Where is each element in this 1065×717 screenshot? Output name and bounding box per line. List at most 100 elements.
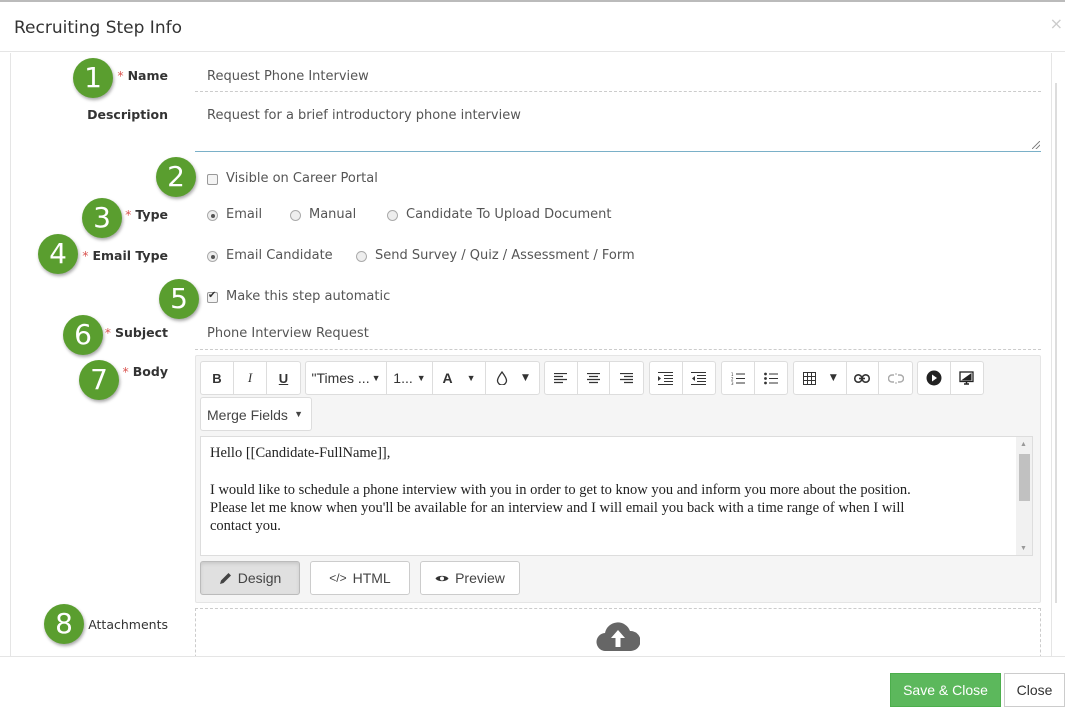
italic-button[interactable]: I — [234, 362, 267, 394]
automatic-label: Make this step automatic — [226, 289, 391, 304]
close-button[interactable]: Close — [1004, 673, 1065, 707]
preview-mode-label: Preview — [455, 570, 505, 586]
type-upload-label[interactable]: Candidate To Upload Document — [406, 207, 611, 222]
align-left-button[interactable] — [545, 362, 578, 394]
table-dropdown[interactable]: ▼ — [794, 362, 847, 394]
ordered-list-icon: 123 — [731, 372, 745, 385]
bold-button[interactable]: B — [201, 362, 234, 394]
font-family-dropdown[interactable]: "Times ... ▼ — [306, 362, 387, 394]
step-badge-6: 6 — [63, 315, 103, 355]
align-group — [544, 361, 644, 395]
cloud-upload-icon — [596, 622, 640, 651]
step-badge-2: 2 — [156, 157, 196, 197]
caret-down-icon: ▼ — [371, 373, 381, 383]
type-manual-radio[interactable] — [290, 210, 301, 221]
type-upload-radio[interactable] — [387, 210, 398, 221]
rich-text-editor: B I U "Times ... ▼ 1... ▼ A ▼ ▼ 123 ▼ Me… — [195, 355, 1041, 603]
subject-underline — [195, 349, 1041, 350]
type-email-label[interactable]: Email — [226, 207, 262, 222]
step-badge-4: 4 — [38, 234, 78, 274]
merge-fields-dropdown[interactable]: Merge Fields ▼ — [200, 397, 312, 431]
body-label: * Body — [123, 364, 168, 379]
visible-on-portal-label: Visible on Career Portal — [226, 171, 378, 186]
name-underline — [195, 91, 1041, 92]
type-label: * Type — [125, 207, 168, 222]
outdent-button[interactable] — [683, 362, 716, 394]
email-candidate-label[interactable]: Email Candidate — [226, 248, 333, 263]
editor-scrollbar[interactable]: ▲ ▼ — [1016, 437, 1032, 555]
outdent-icon — [691, 371, 707, 385]
body-content-editor[interactable]: Hello [[Candidate-FullName]], I would li… — [200, 436, 1033, 556]
scroll-down-icon[interactable]: ▼ — [1020, 544, 1027, 552]
name-input[interactable]: Request Phone Interview — [207, 69, 369, 84]
visible-on-portal-checkbox[interactable] — [207, 174, 218, 185]
send-survey-label[interactable]: Send Survey / Quiz / Assessment / Form — [375, 248, 635, 263]
align-center-button[interactable] — [578, 362, 611, 394]
step-badge-5: 5 — [159, 279, 199, 319]
dialog-title: Recruiting Step Info — [14, 18, 182, 38]
type-email-radio[interactable] — [207, 210, 218, 221]
font-family-value: "Times ... — [311, 370, 370, 386]
insert-image-button[interactable] — [951, 362, 984, 394]
close-icon[interactable]: × — [1050, 14, 1063, 33]
unlink-button[interactable] — [879, 362, 912, 394]
required-marker: * — [117, 68, 124, 83]
subject-label-text: Subject — [115, 325, 168, 340]
left-divider — [10, 53, 11, 656]
required-marker: * — [125, 207, 132, 222]
font-group: "Times ... ▼ 1... ▼ A ▼ ▼ — [305, 361, 540, 395]
background-color-dropdown[interactable]: ▼ — [486, 362, 539, 394]
description-text: Request for a brief introductory phone i… — [207, 108, 521, 123]
required-marker: * — [104, 325, 111, 340]
preview-mode-button[interactable]: Preview — [420, 561, 520, 595]
dialog-scrollbar[interactable] — [1051, 53, 1065, 656]
html-mode-button[interactable]: </> HTML — [310, 561, 410, 595]
subject-input[interactable]: Phone Interview Request — [207, 326, 369, 341]
body-greeting: Hello [[Candidate-FullName]], — [210, 445, 391, 461]
resize-handle-icon[interactable] — [1032, 141, 1040, 149]
insert-link-button[interactable] — [847, 362, 880, 394]
ordered-list-button[interactable]: 123 — [722, 362, 755, 394]
caret-down-icon: ▼ — [522, 373, 529, 383]
attachments-label: Attachments — [88, 617, 168, 632]
insert-group: ▼ — [793, 361, 913, 395]
step-badge-7: 7 — [79, 360, 119, 400]
font-size-dropdown[interactable]: 1... ▼ — [387, 362, 433, 394]
caret-down-icon: ▼ — [294, 409, 303, 419]
table-icon — [802, 371, 816, 385]
step-badge-8: 8 — [44, 604, 84, 644]
type-manual-label[interactable]: Manual — [309, 207, 356, 222]
attachments-dropzone[interactable] — [195, 608, 1041, 656]
description-textarea[interactable]: Request for a brief introductory phone i… — [195, 97, 1041, 152]
droplet-icon — [496, 371, 508, 385]
unordered-list-button[interactable] — [755, 362, 788, 394]
merge-fields-label: Merge Fields — [207, 407, 288, 423]
step-badge-1: 1 — [73, 58, 113, 98]
insert-video-button[interactable] — [918, 362, 951, 394]
automatic-checkbox[interactable] — [207, 290, 218, 303]
send-survey-radio[interactable] — [356, 251, 367, 262]
name-label: * Name — [117, 68, 168, 83]
email-candidate-radio[interactable] — [207, 251, 218, 262]
indent-group — [649, 361, 716, 395]
align-right-icon — [620, 372, 634, 383]
design-mode-button[interactable]: Design — [200, 561, 300, 595]
description-label: Description — [87, 107, 168, 122]
design-mode-label: Design — [237, 570, 282, 586]
caret-down-icon: ▼ — [829, 373, 837, 383]
scrollbar-thumb[interactable] — [1055, 83, 1057, 603]
email-type-label: * Email Type — [82, 248, 168, 263]
html-mode-label: HTML — [352, 570, 391, 586]
body-line-1: I would like to schedule a phone intervi… — [210, 482, 911, 498]
font-color-icon: A — [442, 370, 453, 386]
editor-scrollbar-thumb[interactable] — [1019, 454, 1030, 501]
indent-button[interactable] — [650, 362, 683, 394]
subject-label: * Subject — [105, 325, 168, 340]
align-right-button[interactable] — [610, 362, 643, 394]
scroll-up-icon[interactable]: ▲ — [1020, 440, 1027, 448]
underline-button[interactable]: U — [267, 362, 300, 394]
name-label-text: Name — [127, 68, 168, 83]
unlink-icon — [887, 372, 904, 384]
font-color-dropdown[interactable]: A ▼ — [433, 362, 486, 394]
save-and-close-button[interactable]: Save & Close — [890, 673, 1001, 707]
